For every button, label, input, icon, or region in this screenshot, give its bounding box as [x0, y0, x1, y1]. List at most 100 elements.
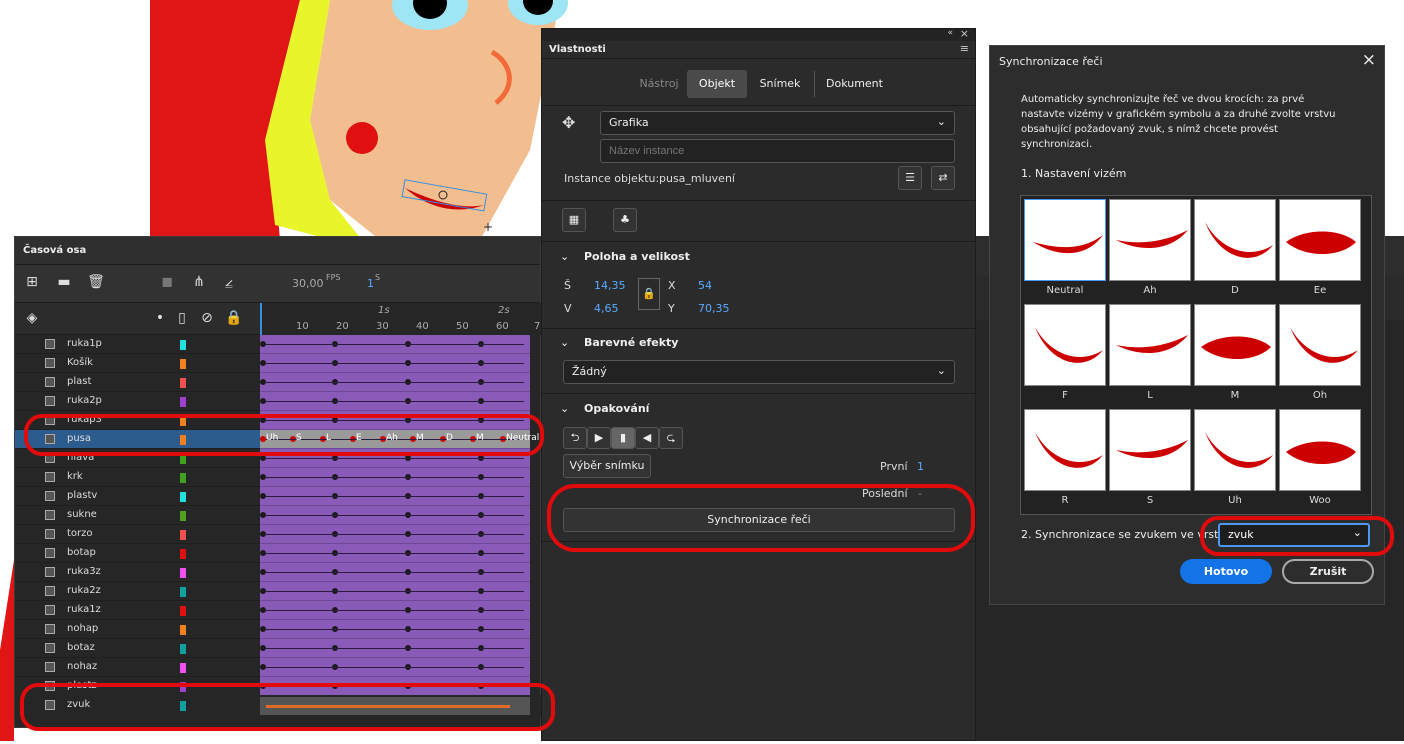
frame-span[interactable]: [260, 620, 530, 639]
new-folder-icon[interactable]: ▬: [55, 273, 73, 291]
keyframe[interactable]: [405, 512, 411, 518]
layer-color[interactable]: [180, 416, 186, 426]
close-icon[interactable]: ×: [960, 27, 969, 40]
frame-span[interactable]: [260, 677, 530, 695]
keyframe[interactable]: [478, 664, 484, 670]
height-value[interactable]: 4,65: [594, 302, 619, 315]
frame-span[interactable]: [260, 373, 530, 392]
keyframe[interactable]: [405, 626, 411, 632]
width-value[interactable]: 14,35: [594, 279, 626, 292]
align-icon[interactable]: ▦: [562, 208, 586, 232]
frame-span[interactable]: [260, 658, 530, 677]
collapse-icon[interactable]: «: [947, 28, 953, 38]
frame-span[interactable]: [260, 506, 530, 525]
keyframe[interactable]: [332, 379, 338, 385]
keyframe[interactable]: [405, 569, 411, 575]
frame-span[interactable]: [260, 639, 530, 658]
layer-color[interactable]: [180, 587, 186, 597]
eye-hidden-icon[interactable]: ⊘: [198, 309, 216, 327]
keyframe[interactable]: [332, 360, 338, 366]
frame-span[interactable]: [260, 601, 530, 620]
keyframe[interactable]: [405, 474, 411, 480]
keyframe[interactable]: [332, 664, 338, 670]
layer-color[interactable]: [180, 492, 186, 502]
keyframe[interactable]: [405, 360, 411, 366]
keyframe[interactable]: [260, 626, 266, 632]
keyframe[interactable]: [478, 379, 484, 385]
keyframe[interactable]: [260, 683, 266, 689]
layer-row[interactable]: pusa: [15, 430, 260, 449]
last-frame-value[interactable]: -: [918, 487, 922, 500]
cancel-button[interactable]: Zrušit: [1282, 559, 1374, 584]
keyframe[interactable]: [478, 550, 484, 556]
lock-icon[interactable]: 🔒: [225, 309, 243, 327]
keyframe[interactable]: [332, 626, 338, 632]
layer-row[interactable]: Košík: [15, 354, 260, 373]
fps-value[interactable]: 30,00: [292, 277, 324, 290]
layer-color[interactable]: [180, 625, 186, 635]
layer-color[interactable]: [180, 378, 186, 388]
keyframe[interactable]: [260, 607, 266, 613]
layer-row[interactable]: botap: [15, 544, 260, 563]
keyframe[interactable]: [332, 645, 338, 651]
layer-row[interactable]: ruka1z: [15, 601, 260, 620]
layer-color[interactable]: [180, 606, 186, 616]
layer-row[interactable]: plastz: [15, 677, 260, 695]
viseme-m[interactable]: [1194, 304, 1276, 386]
layer-row[interactable]: ruka2z: [15, 582, 260, 601]
keyframe[interactable]: [405, 588, 411, 594]
viseme-ee[interactable]: [1279, 199, 1361, 281]
keyframe[interactable]: [260, 588, 266, 594]
keyframe[interactable]: [405, 550, 411, 556]
keyframe[interactable]: [260, 341, 266, 347]
keyframe[interactable]: [332, 683, 338, 689]
keyframe[interactable]: [405, 455, 411, 461]
library-icon[interactable]: ♣: [613, 208, 637, 232]
time-value[interactable]: 1: [367, 277, 374, 290]
frame-span[interactable]: [260, 487, 530, 506]
frame-span[interactable]: [260, 544, 530, 563]
keyframe[interactable]: [478, 588, 484, 594]
layer-color[interactable]: [180, 549, 186, 559]
viseme-neutral[interactable]: [1024, 199, 1106, 281]
keyframe[interactable]: [332, 531, 338, 537]
layer-color[interactable]: [180, 644, 186, 654]
frame-span[interactable]: [260, 335, 530, 354]
tab-document[interactable]: Dokument: [814, 71, 894, 97]
viseme-r[interactable]: [1024, 409, 1106, 491]
keyframe[interactable]: [260, 664, 266, 670]
keyframe[interactable]: [478, 683, 484, 689]
viseme-uh[interactable]: [1194, 409, 1276, 491]
dot-icon[interactable]: •: [151, 309, 169, 327]
layer-color[interactable]: [180, 511, 186, 521]
layer-color[interactable]: [180, 682, 186, 692]
layer-color[interactable]: [180, 359, 186, 369]
keyframe[interactable]: [332, 455, 338, 461]
tab-tool[interactable]: Nástroj: [624, 71, 694, 97]
layer-row[interactable]: nohap: [15, 620, 260, 639]
keyframe[interactable]: [260, 474, 266, 480]
loop-icon[interactable]: ⮌: [563, 427, 587, 449]
close-icon[interactable]: ×: [1362, 50, 1376, 70]
viseme-ah[interactable]: [1109, 199, 1191, 281]
symbol-type-dropdown[interactable]: Grafika ⌄: [600, 111, 955, 135]
keyframe[interactable]: [332, 588, 338, 594]
layer-row[interactable]: hlava: [15, 449, 260, 468]
panel-title[interactable]: Vlastnosti: [549, 44, 606, 55]
color-effect-dropdown[interactable]: Žádný ⌄: [563, 360, 955, 384]
keyframe[interactable]: [405, 379, 411, 385]
keyframe[interactable]: [405, 417, 411, 423]
keyframe[interactable]: [405, 398, 411, 404]
layer-color[interactable]: [180, 473, 186, 483]
chevron-down-icon[interactable]: ⌄: [560, 336, 569, 349]
keyframe[interactable]: [478, 341, 484, 347]
tab-object[interactable]: Objekt: [687, 70, 747, 98]
sound-layer-color[interactable]: [180, 701, 186, 711]
frame-span[interactable]: [260, 449, 530, 468]
keyframe[interactable]: [260, 531, 266, 537]
keyframe[interactable]: [332, 569, 338, 575]
lock-icon[interactable]: 🔒: [638, 278, 660, 310]
layer-row[interactable]: ruka1p: [15, 335, 260, 354]
keyframe[interactable]: [332, 474, 338, 480]
viseme-l[interactable]: [1109, 304, 1191, 386]
